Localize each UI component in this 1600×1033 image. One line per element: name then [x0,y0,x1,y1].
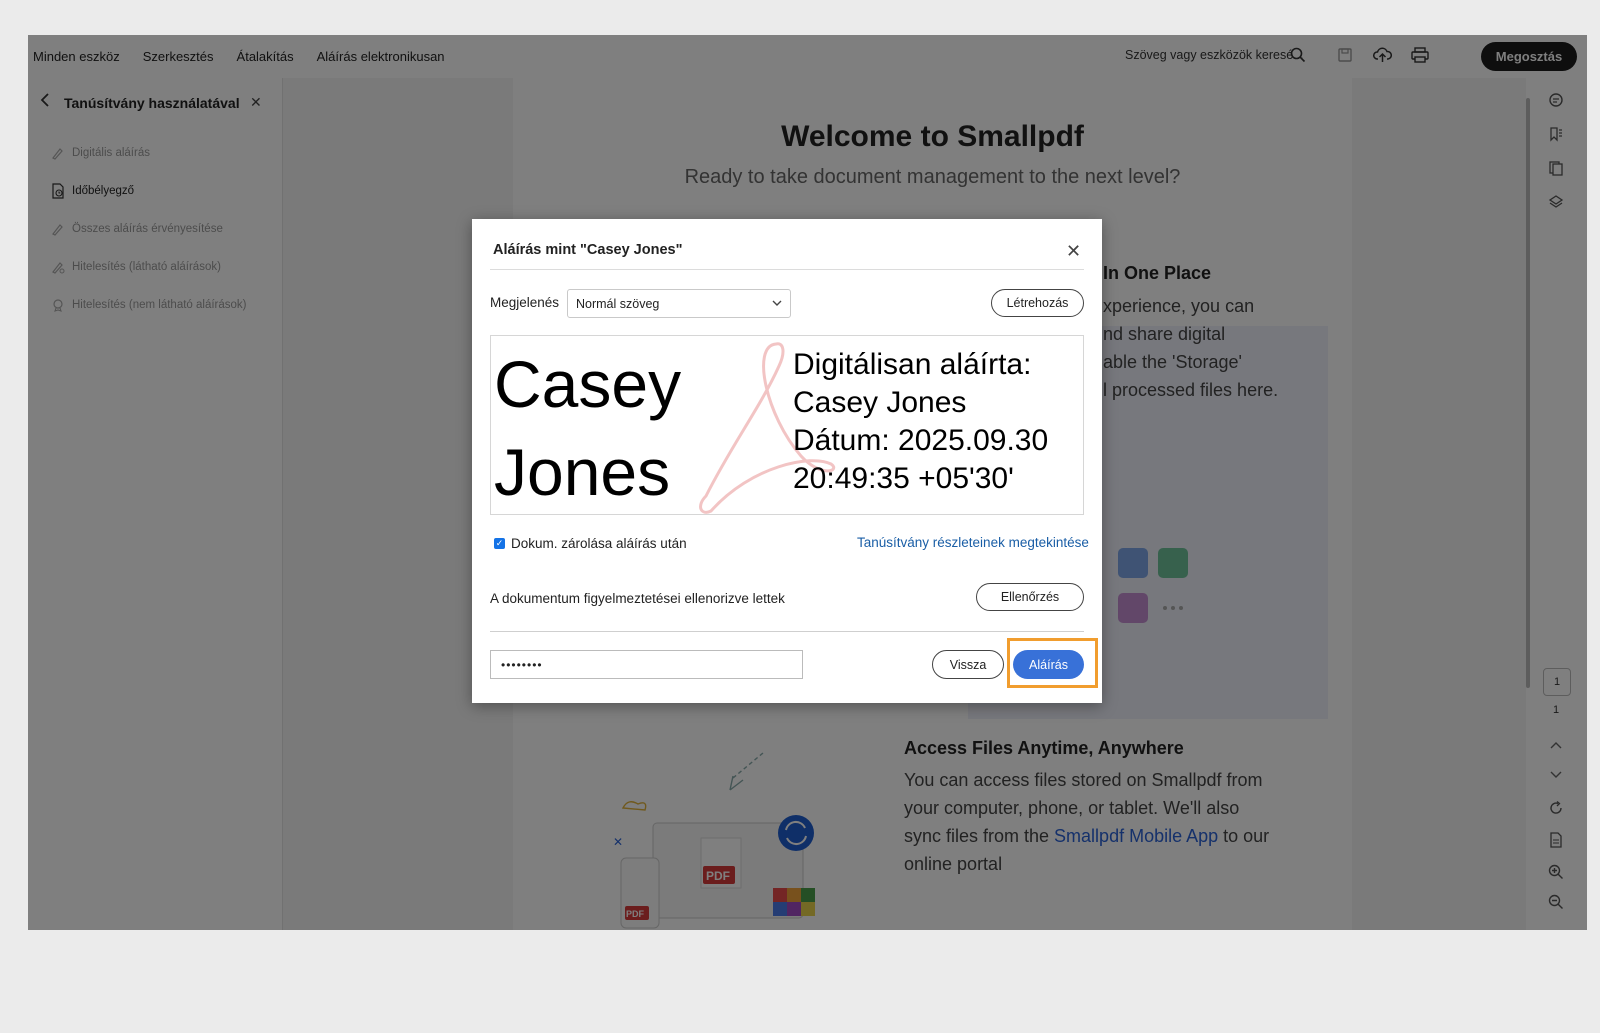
warnings-status-text: A dokumentum figyelmeztetései ellenorizv… [490,591,785,606]
check-button[interactable]: Ellenőrzés [976,583,1084,611]
lock-document-option[interactable]: ✓ Dokum. zárolása aláírás után [494,536,687,551]
lock-checkbox-label: Dokum. zárolása aláírás után [511,536,687,551]
password-input[interactable]: •••••••• [490,650,803,679]
signature-preview: Casey Jones Digitálisan aláírta: Casey J… [490,335,1084,515]
lock-checkbox[interactable]: ✓ [494,538,505,549]
preview-name: Casey Jones [494,347,682,509]
back-button[interactable]: Vissza [932,650,1004,679]
divider [490,631,1084,632]
certificate-details-link[interactable]: Tanúsítvány részleteinek megtekintése [857,535,1089,550]
dialog-close-icon[interactable]: ✕ [1066,241,1081,262]
divider [490,269,1084,270]
chevron-down-icon [772,296,782,310]
preview-details: Digitálisan aláírta: Casey Jones Dátum: … [793,348,1049,495]
appearance-select[interactable]: Normál szöveg [567,289,791,318]
create-button[interactable]: Létrehozás [991,289,1084,317]
appearance-value: Normál szöveg [576,296,660,311]
sign-button[interactable]: Aláírás [1013,650,1084,679]
appearance-label: Megjelenés [490,295,560,310]
sign-dialog: Aláírás mint "Casey Jones" ✕ Megjelenés … [472,219,1102,703]
dialog-title: Aláírás mint "Casey Jones" [493,242,683,258]
